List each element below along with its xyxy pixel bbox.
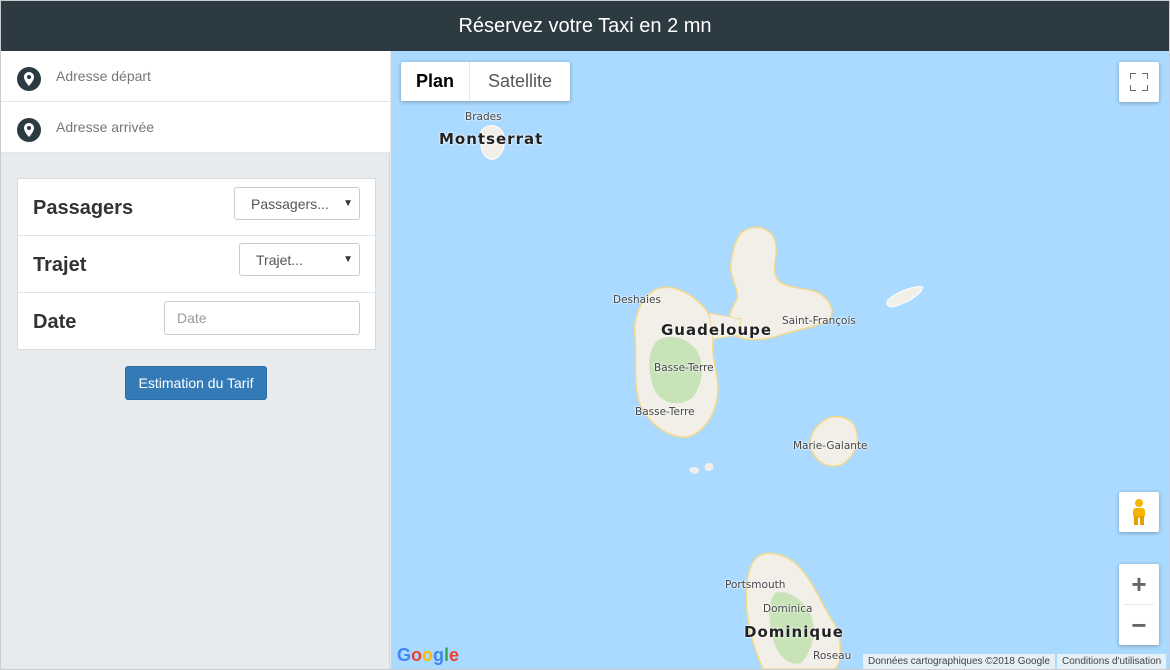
map-label-guadeloupe: Guadeloupe <box>661 321 773 339</box>
fullscreen-button[interactable] <box>1119 62 1159 102</box>
passengers-select-value: Passagers... <box>251 195 329 212</box>
page-title: Réservez votre Taxi en 2 mn <box>458 14 712 37</box>
passengers-label: Passagers <box>33 197 134 219</box>
app-header: Réservez votre Taxi en 2 mn <box>1 1 1169 51</box>
map-label-portsmouth: Portsmouth <box>725 579 786 591</box>
trip-select[interactable]: Trajet... ▼ <box>239 243 360 276</box>
pegman-icon <box>1133 499 1145 525</box>
map-label-brades: Brades <box>465 111 502 123</box>
map-label-montserrat: Montserrat <box>439 130 544 148</box>
sidebar: Adresse départ Adresse arrivée Passagers… <box>1 51 390 669</box>
zoom-control: + − <box>1119 564 1159 645</box>
map-label-deshaies: Deshaies <box>613 294 661 306</box>
trip-row: Trajet Trajet... ▼ <box>18 236 375 293</box>
passengers-select[interactable]: Passagers... ▼ <box>234 187 360 220</box>
passengers-row: Passagers Passagers... ▼ <box>18 179 375 236</box>
google-logo[interactable]: Google <box>397 645 459 666</box>
map-pin-icon <box>17 118 41 142</box>
zoom-in-button[interactable]: + <box>1119 564 1159 604</box>
caret-down-icon: ▼ <box>343 198 353 209</box>
date-row: Date Date <box>18 293 375 350</box>
map-label-roseau: Roseau <box>813 650 852 662</box>
map-label-saint-francois: Saint-François <box>782 315 856 327</box>
departure-address-field[interactable]: Adresse départ <box>1 51 390 102</box>
map-data-attribution: Données cartographiques ©2018 Google <box>863 654 1055 669</box>
street-view-button[interactable] <box>1119 492 1159 532</box>
trip-label: Trajet <box>33 254 87 276</box>
map-type-control: Plan Satellite <box>401 62 570 101</box>
map-view[interactable]: Brades Montserrat Deshaies Guadeloupe Sa… <box>391 51 1169 669</box>
map-pin-icon <box>17 67 41 91</box>
taxi-booking-app: Réservez votre Taxi en 2 mn Adresse dépa… <box>0 0 1170 670</box>
map-label-marie-galante: Marie-Galante <box>793 440 868 452</box>
map-label-basse-terre-region: Basse-Terre <box>654 362 714 374</box>
date-input[interactable]: Date <box>164 301 360 335</box>
tab-map-satellite[interactable]: Satellite <box>470 62 570 101</box>
departure-address-placeholder: Adresse départ <box>56 68 151 84</box>
fullscreen-icon <box>1130 73 1148 91</box>
zoom-out-button[interactable]: − <box>1119 605 1159 645</box>
arrival-address-field[interactable]: Adresse arrivée <box>1 102 390 153</box>
caret-down-icon: ▼ <box>343 254 353 265</box>
date-input-placeholder: Date <box>177 310 207 326</box>
booking-form: Passagers Passagers... ▼ Trajet Trajet..… <box>17 178 376 350</box>
date-label: Date <box>33 311 77 333</box>
tab-map-plan[interactable]: Plan <box>401 62 470 101</box>
map-label-basse-terre-city: Basse-Terre <box>635 406 695 418</box>
trip-select-value: Trajet... <box>256 251 303 268</box>
arrival-address-placeholder: Adresse arrivée <box>56 119 155 135</box>
estimate-fare-button[interactable]: Estimation du Tarif <box>125 366 267 400</box>
terms-of-use-link[interactable]: Conditions d'utilisation <box>1057 654 1167 669</box>
map-label-dominica: Dominica <box>763 603 813 615</box>
map-label-dominique: Dominique <box>744 623 844 641</box>
